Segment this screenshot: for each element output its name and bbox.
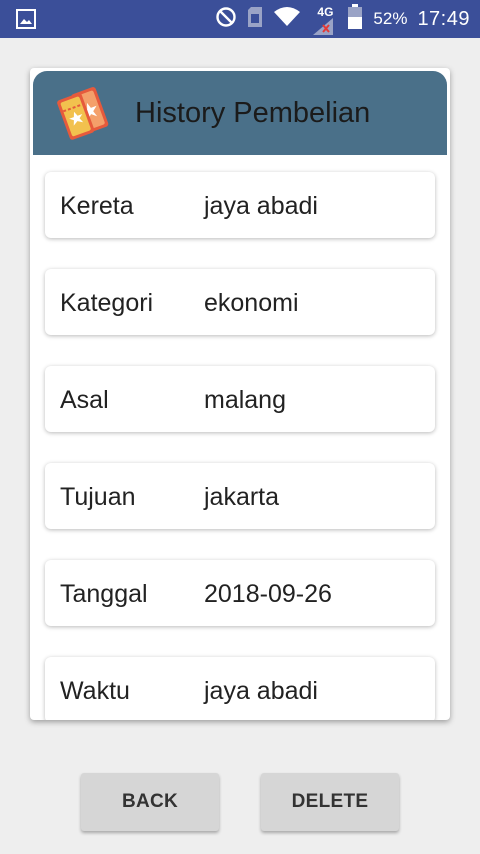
page-title: History Pembelian: [135, 97, 371, 129]
row-value: ekonomi: [204, 289, 299, 317]
ticket-icon: [53, 85, 115, 146]
image-icon: [16, 9, 36, 34]
row-value: jakarta: [204, 483, 280, 511]
do-not-disturb-icon: [215, 6, 237, 33]
row-value: jaya abadi: [204, 192, 318, 220]
status-icons: 4G 52% 17:49: [215, 0, 470, 38]
row-label: Kereta: [60, 192, 134, 220]
detail-row-kereta: Kereta jaya abadi: [45, 172, 435, 238]
back-button[interactable]: BACK: [81, 773, 219, 831]
row-label: Tujuan: [60, 483, 136, 511]
row-label: Tanggal: [60, 580, 148, 608]
history-card: History Pembelian Kereta jaya abadi Kate…: [30, 68, 450, 720]
row-value: malang: [204, 386, 286, 414]
detail-row-kategori: Kategori ekonomi: [45, 269, 435, 335]
detail-row-waktu: Waktu jaya abadi: [45, 657, 435, 720]
row-value: 2018-09-26: [204, 580, 332, 608]
detail-row-asal: Asal malang: [45, 366, 435, 432]
row-label: Kategori: [60, 289, 154, 317]
clock: 17:49: [417, 7, 470, 30]
row-label: Asal: [60, 386, 109, 414]
row-value: jaya abadi: [204, 677, 318, 705]
status-bar: 4G 52% 17:49: [0, 0, 480, 38]
card-header: History Pembelian: [33, 71, 447, 155]
row-label: Waktu: [60, 677, 130, 705]
sim-card-icon: [247, 6, 263, 33]
battery-percent: 52%: [373, 9, 408, 28]
battery-icon: [347, 3, 363, 35]
detail-row-tanggal: Tanggal 2018-09-26: [45, 560, 435, 626]
signal-icon: 4G: [311, 0, 337, 38]
wifi-icon: [273, 6, 301, 33]
detail-row-tujuan: Tujuan jakarta: [45, 463, 435, 529]
detail-list: Kereta jaya abadi Kategori ekonomi Asal …: [30, 155, 450, 720]
delete-button[interactable]: DELETE: [261, 773, 399, 831]
